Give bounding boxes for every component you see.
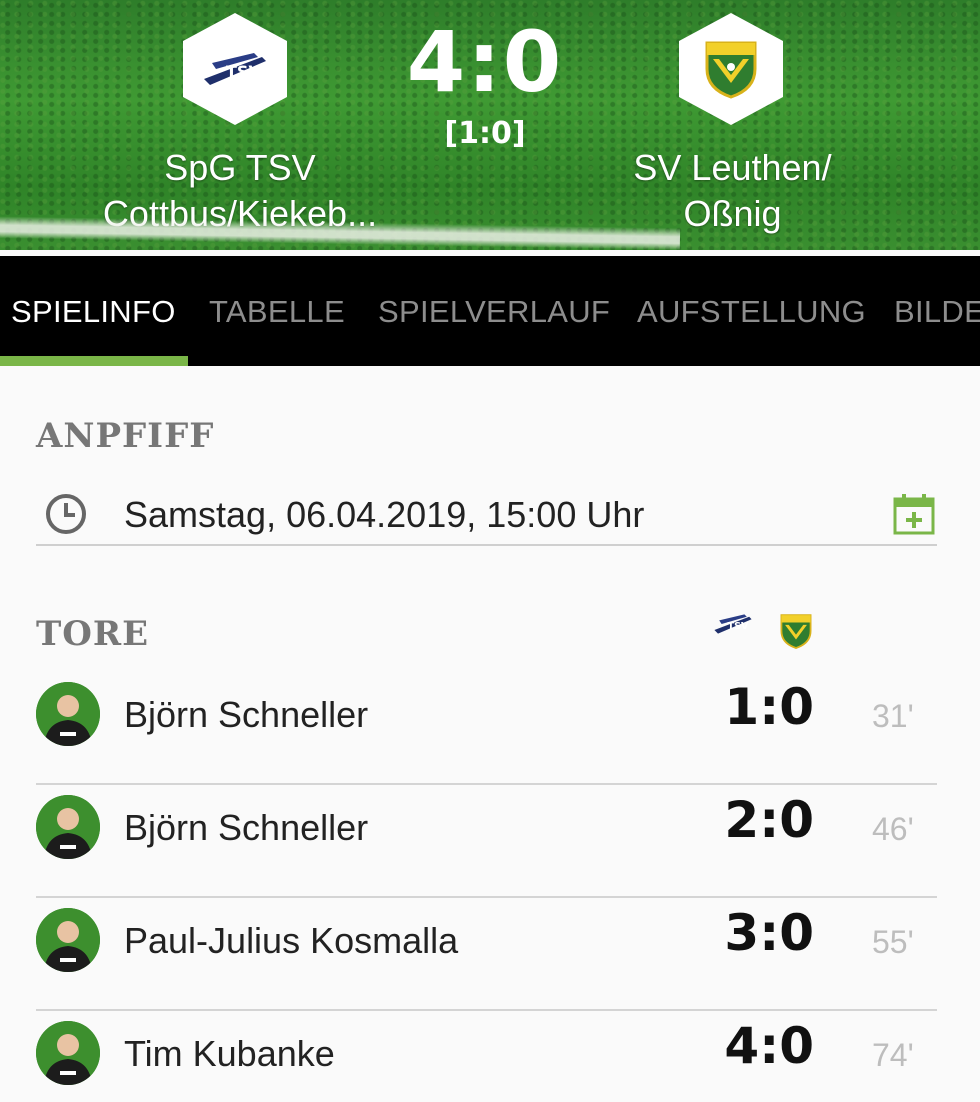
kickoff-datetime: Samstag, 06.04.2019, 15:00 Uhr (124, 494, 645, 535)
goal-score: 4:0 (724, 1017, 814, 1075)
svg-text:TSV: TSV (728, 621, 749, 632)
goal-score: 2:0 (724, 791, 814, 849)
match-header: TSV 4:0 [1:0] SpG TSV Cottbus/Kiekeb... … (0, 0, 980, 250)
final-score: 4:0 (406, 13, 564, 111)
goals-section-title: TORE (36, 614, 150, 654)
goal-score: 1:0 (724, 678, 814, 736)
tsv-logo-icon: TSV (204, 53, 266, 85)
goal-scorer-name: Paul-Julius Kosmalla (124, 920, 459, 961)
tab-bar: SPIELINFO TABELLE SPIELVERLAUF AUFSTELLU… (0, 256, 980, 366)
away-team-name[interactable]: SV Leuthen/ Oßnig (560, 145, 905, 237)
away-team-crest[interactable] (679, 13, 783, 125)
sv-leuthen-crest-icon (705, 41, 757, 99)
goal-row[interactable]: Björn Schneller 1:0 31' (36, 672, 937, 785)
goal-row[interactable]: Paul-Julius Kosmalla 3:0 55' (36, 898, 937, 1011)
home-team-name[interactable]: SpG TSV Cottbus/Kiekeb... (60, 145, 420, 237)
goal-row[interactable]: Björn Schneller 2:0 46' (36, 785, 937, 898)
away-team-name-line2: Oßnig (683, 193, 782, 234)
active-tab-indicator (0, 356, 188, 366)
tab-bilder[interactable]: BILDE (894, 294, 980, 330)
tab-aufstellung[interactable]: AUFSTELLUNG (637, 294, 866, 330)
kickoff-section-title: ANPFIFF (36, 416, 215, 456)
home-team-name-line2: Cottbus/Kiekeb... (102, 193, 378, 234)
clock-icon (46, 494, 86, 534)
goal-scorer-name: Tim Kubanke (124, 1033, 335, 1074)
goal-minute: 74' (872, 1037, 914, 1073)
calendar-add-icon[interactable] (892, 492, 936, 536)
tab-spielinfo[interactable]: SPIELINFO (11, 294, 176, 330)
tab-tabelle[interactable]: TABELLE (209, 294, 345, 330)
away-team-name-line1: SV Leuthen/ (633, 147, 832, 188)
goal-minute: 31' (872, 698, 914, 734)
home-team-name-line1: SpG TSV (164, 147, 316, 188)
svg-text:TSV: TSV (226, 62, 261, 81)
home-team-mini-logo-icon: TSV (714, 614, 752, 634)
goal-score: 3:0 (724, 904, 814, 962)
player-avatar (36, 682, 100, 746)
player-avatar (36, 1021, 100, 1085)
goal-minute: 55' (872, 924, 914, 960)
player-avatar (36, 795, 100, 859)
goal-scorer-name: Björn Schneller (124, 807, 369, 848)
goal-scorer-name: Björn Schneller (124, 694, 369, 735)
goal-minute: 46' (872, 811, 914, 847)
player-avatar (36, 908, 100, 972)
kickoff-row: Samstag, 06.04.2019, 15:00 Uhr (36, 480, 937, 546)
home-team-crest[interactable]: TSV (183, 13, 287, 125)
tab-spielverlauf[interactable]: SPIELVERLAUF (378, 294, 610, 330)
away-team-mini-logo-icon (780, 614, 812, 649)
goal-row[interactable]: Tim Kubanke 4:0 74' (36, 1011, 937, 1102)
